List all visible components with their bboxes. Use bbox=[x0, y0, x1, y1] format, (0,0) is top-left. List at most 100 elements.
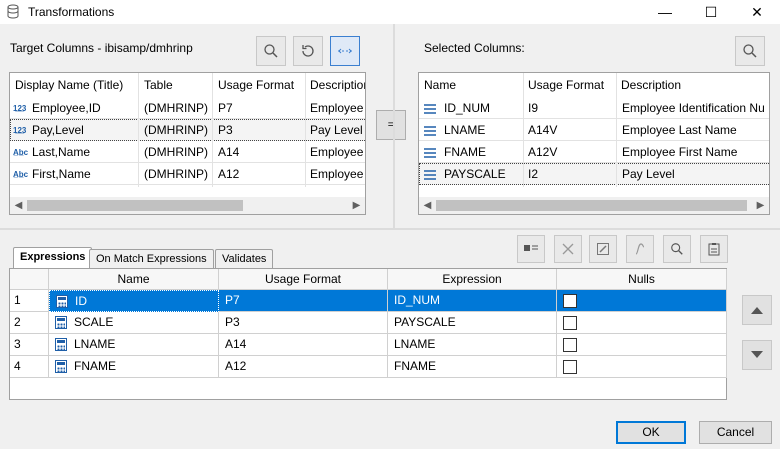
field-format: A12 bbox=[218, 167, 240, 181]
delete-expression-button[interactable] bbox=[554, 235, 582, 263]
expression-name[interactable]: FNAME bbox=[74, 359, 116, 373]
table-row[interactable]: FNAME A12V Employee First Name bbox=[419, 141, 769, 163]
field-lines-icon bbox=[424, 104, 436, 114]
target-columns-grid: Display Name (Title) Table Usage Format … bbox=[9, 72, 366, 215]
nulls-checkbox[interactable] bbox=[563, 316, 577, 330]
col-header-description[interactable]: Description bbox=[310, 73, 365, 97]
col-header-nulls[interactable]: Nulls bbox=[557, 269, 727, 290]
col-header-expression[interactable]: Expression bbox=[388, 269, 557, 290]
table-row[interactable]: A̲b̲c First,Name (DMHRINP) A12 Employee bbox=[10, 163, 365, 185]
col-header-usage-format[interactable]: Usage Format bbox=[528, 73, 618, 97]
field-description: Employee bbox=[310, 145, 364, 159]
table-row[interactable]: 4 FNAME A12 FNAME bbox=[10, 356, 727, 378]
scroll-thumb[interactable] bbox=[27, 200, 243, 211]
search-icon bbox=[743, 44, 757, 58]
row-number: 4 bbox=[10, 356, 49, 378]
function-icon bbox=[635, 243, 645, 255]
expression-value[interactable]: LNAME bbox=[388, 334, 557, 356]
text-field-icon: A̲b̲c bbox=[13, 147, 29, 157]
clipboard-button[interactable] bbox=[700, 235, 728, 263]
field-description: Employee bbox=[310, 167, 364, 181]
col-header-usage-format[interactable]: Usage Format bbox=[219, 269, 388, 290]
table-row[interactable]: PAYSCALE I2 Pay Level bbox=[419, 163, 769, 185]
close-button[interactable]: ✕ bbox=[734, 0, 780, 24]
expression-value[interactable]: ID_NUM bbox=[388, 290, 557, 312]
expression-name[interactable]: SCALE bbox=[74, 315, 113, 329]
field-format: I9 bbox=[528, 101, 539, 115]
table-row[interactable]: 1̲2̲3 Pay,Level (DMHRINP) P3 Pay Level bbox=[10, 119, 365, 141]
tab-expressions[interactable]: Expressions bbox=[13, 247, 93, 269]
expression-format[interactable]: A14 bbox=[219, 334, 388, 356]
expression-name[interactable]: LNAME bbox=[74, 337, 115, 351]
table-row[interactable]: 1 ID P7 ID_NUM bbox=[10, 290, 727, 312]
expression-name[interactable]: ID bbox=[75, 294, 87, 308]
clipboard-icon bbox=[708, 243, 720, 256]
field-table: (DMHRINP) bbox=[144, 101, 208, 115]
nulls-checkbox[interactable] bbox=[563, 294, 577, 308]
tab-validates[interactable]: Validates bbox=[215, 249, 274, 269]
expression-format[interactable]: P3 bbox=[219, 312, 388, 334]
map-icon bbox=[338, 48, 352, 54]
field-name: PAYSCALE bbox=[444, 167, 506, 181]
transformations-icon bbox=[7, 4, 19, 19]
field-lines-icon bbox=[424, 148, 436, 158]
horizontal-scrollbar[interactable]: ◀ ▶ bbox=[419, 197, 769, 214]
selected-search-button[interactable] bbox=[735, 36, 765, 66]
numeric-field-icon: 1̲2̲3 bbox=[13, 125, 27, 135]
expression-format[interactable]: A12 bbox=[219, 356, 388, 378]
table-row[interactable]: A̲b̲c Last,Name (DMHRINP) A14 Employee bbox=[10, 141, 365, 163]
scroll-left-icon[interactable]: ◀ bbox=[419, 197, 436, 214]
target-search-button[interactable] bbox=[256, 36, 286, 66]
ok-button[interactable]: OK bbox=[616, 421, 686, 444]
field-name: Employee,ID bbox=[32, 101, 101, 115]
nulls-checkbox[interactable] bbox=[563, 360, 577, 374]
map-columns-button[interactable] bbox=[330, 36, 360, 66]
refresh-button[interactable] bbox=[293, 36, 323, 66]
scroll-thumb[interactable] bbox=[436, 200, 747, 211]
move-down-button[interactable] bbox=[742, 340, 772, 370]
table-row[interactable]: 3 LNAME A14 LNAME bbox=[10, 334, 727, 356]
tab-on-match-expressions[interactable]: On Match Expressions bbox=[89, 249, 214, 269]
expression-list-button[interactable] bbox=[517, 235, 545, 263]
vertical-splitter[interactable] bbox=[393, 24, 395, 228]
scroll-right-icon[interactable]: ▶ bbox=[752, 197, 769, 214]
col-header-name[interactable]: Name bbox=[424, 73, 524, 97]
expression-search-button[interactable] bbox=[663, 235, 691, 263]
field-format: P7 bbox=[218, 101, 233, 115]
table-row[interactable]: 2 SCALE P3 PAYSCALE bbox=[10, 312, 727, 334]
table-row[interactable]: LNAME A14V Employee Last Name bbox=[419, 119, 769, 141]
col-header-table[interactable]: Table bbox=[144, 73, 214, 97]
col-header-name[interactable]: Name bbox=[49, 269, 219, 290]
expression-format[interactable]: P7 bbox=[219, 290, 388, 312]
scroll-right-icon[interactable]: ▶ bbox=[348, 197, 365, 214]
table-row[interactable]: ID_NUM I9 Employee Identification Nu bbox=[419, 97, 769, 119]
col-header-usage-format[interactable]: Usage Format bbox=[218, 73, 308, 97]
nulls-checkbox[interactable] bbox=[563, 338, 577, 352]
horizontal-scrollbar[interactable]: ◀ ▶ bbox=[10, 197, 365, 214]
cancel-button[interactable]: Cancel bbox=[699, 421, 772, 444]
row-number-header bbox=[10, 269, 49, 290]
row-number: 3 bbox=[10, 334, 49, 356]
field-lines-icon bbox=[424, 126, 436, 136]
field-name: ID_NUM bbox=[444, 101, 491, 115]
field-description: Employee Last Name bbox=[622, 123, 737, 137]
table-row[interactable]: 1̲2̲3 Employee,ID (DMHRINP) P7 Employee bbox=[10, 97, 365, 119]
move-up-button[interactable] bbox=[742, 295, 772, 325]
field-table: (DMHRINP) bbox=[144, 145, 208, 159]
field-lines-icon bbox=[424, 170, 436, 180]
edit-pencil-icon bbox=[597, 243, 609, 255]
expression-value[interactable]: PAYSCALE bbox=[388, 312, 557, 334]
col-header-description[interactable]: Description bbox=[621, 73, 769, 97]
horizontal-splitter[interactable] bbox=[0, 228, 780, 230]
edit-expression-button[interactable] bbox=[589, 235, 617, 263]
maximize-button[interactable]: ☐ bbox=[688, 0, 734, 24]
field-description: Employee bbox=[310, 101, 364, 115]
minimize-button[interactable]: — bbox=[642, 0, 688, 24]
target-columns-label: Target Columns - ibisamp/dmhrinp bbox=[10, 41, 193, 55]
col-header-display-name[interactable]: Display Name (Title) bbox=[15, 73, 140, 97]
selected-columns-label: Selected Columns: bbox=[424, 41, 525, 55]
assign-equals-button[interactable]: = bbox=[376, 110, 406, 140]
function-button[interactable] bbox=[626, 235, 654, 263]
expression-value[interactable]: FNAME bbox=[388, 356, 557, 378]
scroll-left-icon[interactable]: ◀ bbox=[10, 197, 27, 214]
